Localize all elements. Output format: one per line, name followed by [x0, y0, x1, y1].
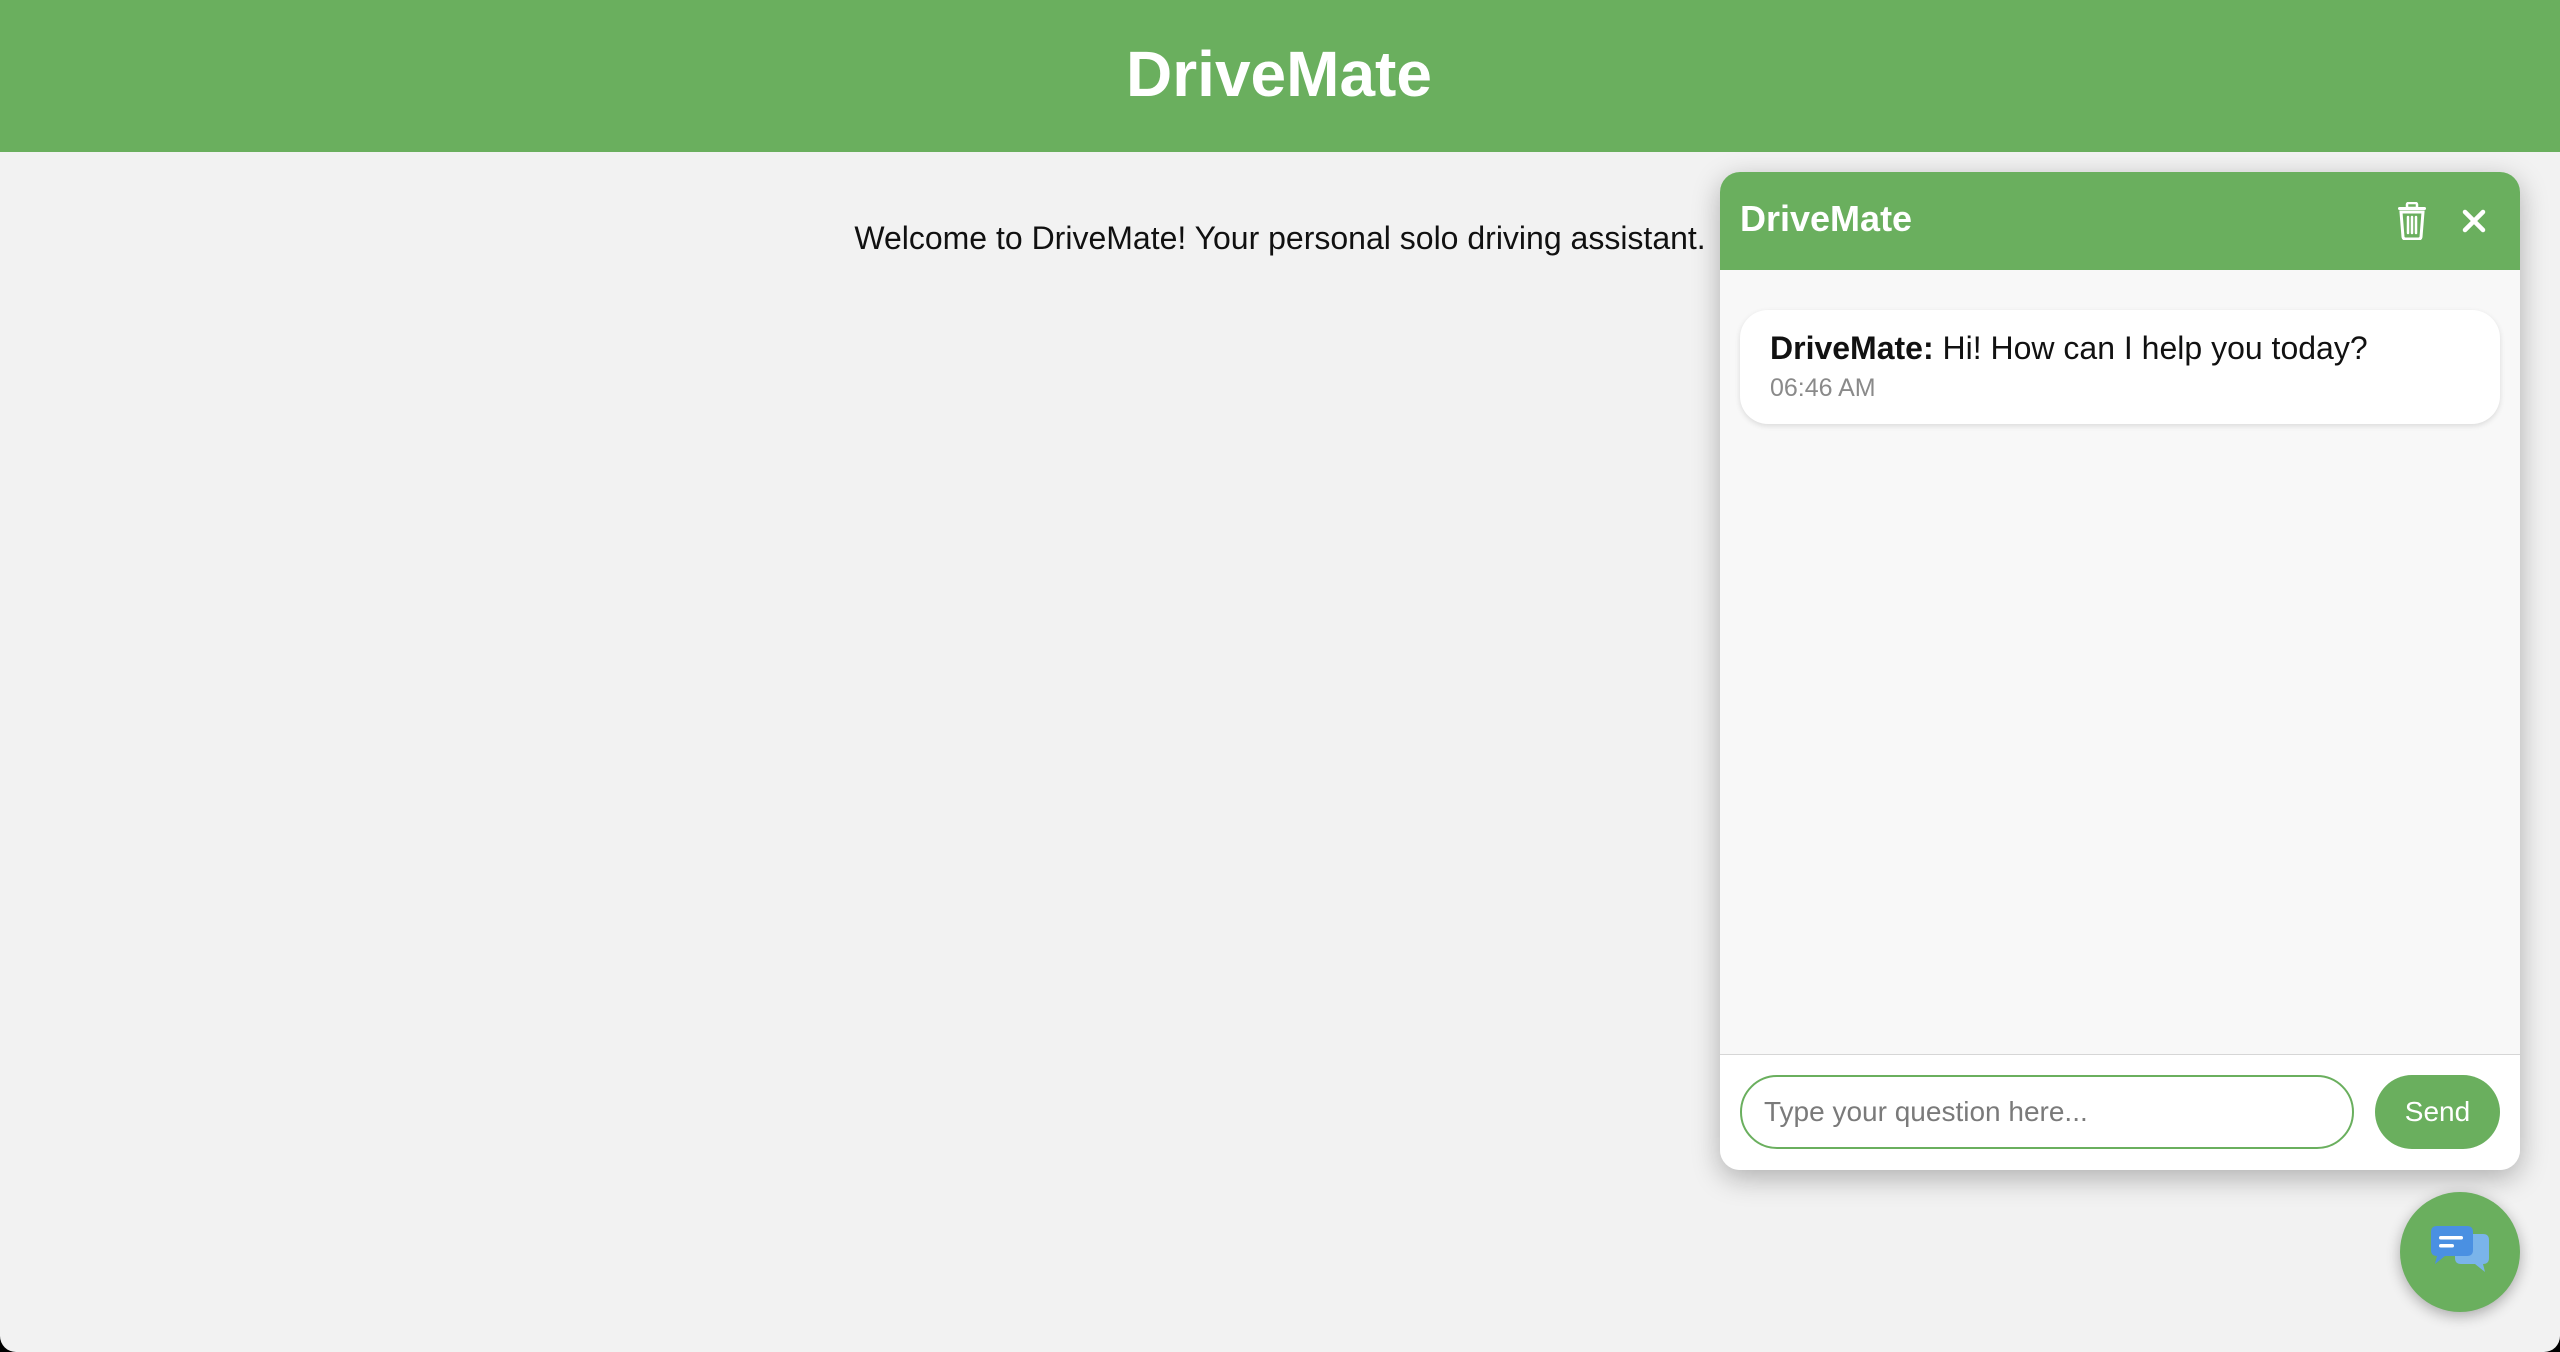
close-chat-button[interactable] [2449, 196, 2499, 246]
message-line: DriveMate: Hi! How can I help you today? [1770, 328, 2470, 368]
clear-chat-button[interactable] [2387, 196, 2437, 246]
chat-toggle-button[interactable] [2400, 1192, 2520, 1312]
send-button[interactable]: Send [2375, 1075, 2500, 1149]
chat-header: DriveMate [1720, 172, 2520, 270]
app-title: DriveMate [1126, 38, 1432, 110]
page: DriveMate Welcome to DriveMate! Your per… [0, 0, 2560, 1352]
message-bubble: DriveMate: Hi! How can I help you today?… [1740, 310, 2500, 424]
chat-question-input[interactable] [1740, 1075, 2354, 1149]
chat-title: DriveMate [1740, 198, 1913, 239]
message-timestamp: 06:46 AM [1770, 374, 1876, 402]
chat-panel: DriveMate DriveMate: Hi! How can I help … [1720, 172, 2520, 1170]
chat-input-area: Send [1720, 1054, 2520, 1170]
app-header: DriveMate [0, 0, 2560, 152]
message-sender: DriveMate: [1770, 330, 1934, 366]
message-text: Hi! How can I help you today? [1933, 330, 2368, 366]
chat-bubbles-icon [2431, 1226, 2489, 1272]
message-list: DriveMate: Hi! How can I help you today?… [1720, 270, 2520, 1028]
close-icon [2462, 209, 2486, 233]
trash-icon [2398, 202, 2426, 240]
